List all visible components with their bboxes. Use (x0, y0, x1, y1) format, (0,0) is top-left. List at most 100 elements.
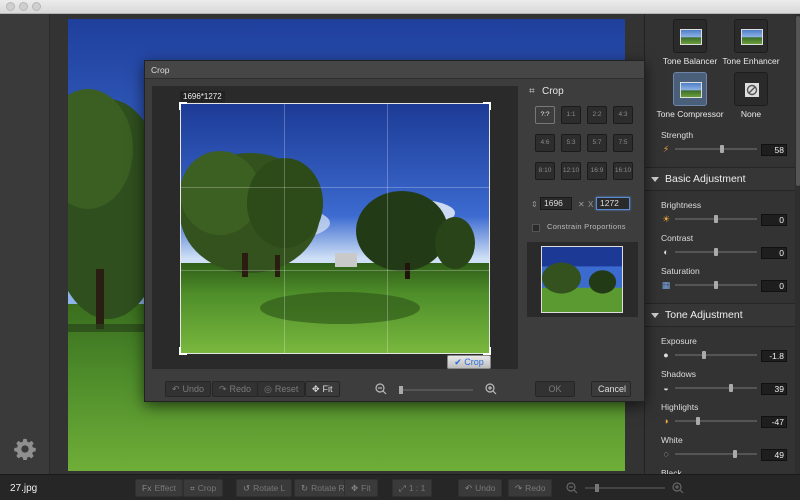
white-value[interactable]: 49 (761, 449, 787, 461)
constrain-proportions-checkbox[interactable] (532, 224, 540, 232)
crop-selection[interactable] (179, 102, 491, 355)
crop-button[interactable]: ⌗ Crop (183, 479, 224, 497)
saturation-value[interactable]: 0 (761, 280, 787, 292)
highlights-value[interactable]: -47 (761, 416, 787, 428)
aspect-ratio-button[interactable]: 5:7 (587, 134, 607, 152)
zoom-out-icon[interactable] (375, 383, 387, 395)
brightness-slider[interactable] (675, 215, 757, 223)
aspect-ratio-button[interactable]: 8:10 (535, 162, 555, 180)
close-window-button[interactable] (6, 2, 15, 11)
crop-icon: ⌗ (190, 483, 195, 493)
contrast-slider[interactable] (675, 248, 757, 256)
contrast-value[interactable]: 0 (761, 247, 787, 259)
crop-width-field[interactable]: 1696 (540, 197, 572, 210)
crop-fit-button[interactable]: ✥ Fit (305, 381, 340, 397)
aspect-ratio-button[interactable]: 2:2 (587, 106, 607, 124)
crop-handle-bottom-left[interactable] (179, 347, 187, 355)
crop-zoom-slider[interactable] (399, 386, 473, 394)
aspect-ratio-button[interactable]: 4:6 (535, 134, 555, 152)
width-icon: ⇕ (531, 200, 538, 209)
fit-button[interactable]: ✥ Fit (344, 479, 378, 497)
brightness-slider-knob[interactable] (714, 215, 718, 223)
zoom-slider-knob[interactable] (595, 484, 599, 492)
gear-icon[interactable] (14, 438, 36, 460)
highlights-slider-knob[interactable] (696, 417, 700, 425)
white-slider-knob[interactable] (733, 450, 737, 458)
saturation-slider-knob[interactable] (714, 281, 718, 289)
ok-button[interactable]: OK (535, 381, 575, 397)
shadows-slider[interactable] (675, 384, 757, 392)
tone-compressor-button[interactable] (673, 72, 707, 106)
crop-height-field[interactable]: 1272 (596, 197, 630, 210)
saturation-icon: ▦ (661, 280, 671, 290)
aspect-ratio-button[interactable]: 16:9 (587, 162, 607, 180)
crop-handle-top-left[interactable] (179, 102, 187, 110)
brightness-value[interactable]: 0 (761, 214, 787, 226)
exposure-value[interactable]: -1.8 (761, 350, 787, 362)
aspect-ratio-button[interactable]: ?:? (535, 106, 555, 124)
tone-enhancer-thumbnail (741, 29, 763, 45)
check-icon: ✔ (454, 357, 465, 367)
actual-size-icon: ⤢ (399, 483, 406, 493)
zoom-slider[interactable] (585, 484, 665, 492)
height-icon: X (588, 200, 594, 209)
white-slider[interactable] (675, 450, 757, 458)
strength-value[interactable]: 58 (761, 144, 787, 156)
zoom-window-button[interactable] (32, 2, 41, 11)
crop-canvas[interactable]: 1696*1272 ✔ Crop (152, 86, 518, 369)
tone-adjustment-header[interactable]: Tone Adjustment (645, 303, 800, 327)
tone-balancer-thumbnail (680, 29, 702, 45)
crop-grid-line (181, 187, 489, 188)
aspect-ratio-button[interactable]: 4:3 (613, 106, 633, 124)
panel-scrollbar-thumb[interactable] (796, 16, 800, 186)
crop-handle-bottom-right[interactable] (483, 347, 491, 355)
effect-button[interactable]: Fx Effect (135, 479, 184, 497)
aspect-ratio-button[interactable]: 5:3 (561, 134, 581, 152)
strength-slider-knob[interactable] (720, 145, 724, 153)
highlights-slider[interactable] (675, 417, 757, 425)
bottom-toolbar: 27.jpg Fx Effect ⌗ Crop ↺ Rotate L ↻ Rotate R ✥ F… (0, 474, 800, 500)
undo-icon: ↶ (172, 384, 180, 394)
contrast-slider-knob[interactable] (714, 248, 718, 256)
tone-balancer-button[interactable] (673, 19, 707, 53)
1-1-button[interactable]: ⤢ 1 : 1 (392, 479, 433, 497)
tone-none-button[interactable] (734, 72, 768, 106)
basic-adjustment-header[interactable]: Basic Adjustment (645, 167, 800, 191)
adjustment-panel: Tone Balancer Tone Enhancer Tone Compres… (644, 14, 800, 474)
zoom-in-icon[interactable] (485, 383, 497, 395)
shadows-slider-knob[interactable] (729, 384, 733, 392)
rotate-l-button[interactable]: ↺ Rotate L (236, 479, 293, 497)
strength-slider[interactable] (675, 145, 757, 153)
apply-crop-button[interactable]: ✔ Crop (447, 355, 491, 369)
shadows-value[interactable]: 39 (761, 383, 787, 395)
minimize-window-button[interactable] (19, 2, 28, 11)
exposure-slider[interactable] (675, 351, 757, 359)
shadows-label: Shadows (661, 369, 696, 379)
aspect-ratio-button[interactable]: 1:1 (561, 106, 581, 124)
redo-button[interactable]: ↷ Redo (508, 479, 553, 497)
crop-redo-button[interactable]: ↷ Redo (212, 381, 259, 397)
redo-icon: ↷ (515, 483, 523, 493)
tone-enhancer-label: Tone Enhancer (722, 56, 780, 66)
aspect-ratio-button[interactable]: 16:10 (613, 162, 633, 180)
crop-reset-button[interactable]: ◎ Reset (257, 381, 306, 397)
aspect-ratio-button[interactable]: 12:10 (561, 162, 581, 180)
crop-handle-top-right[interactable] (483, 102, 491, 110)
crop-zoom-knob[interactable] (399, 386, 403, 394)
cancel-button[interactable]: Cancel (591, 381, 631, 397)
exposure-slider-knob[interactable] (702, 351, 706, 359)
zoom-out-icon[interactable] (566, 482, 578, 494)
aspect-ratio-button[interactable]: 7:5 (613, 134, 633, 152)
toolbar-button-label: Undo (475, 483, 496, 493)
zoom-in-icon[interactable] (672, 482, 684, 494)
undo-button[interactable]: ↶ Undo (458, 479, 503, 497)
toolbar-button-label: Rotate L (253, 483, 286, 493)
toolbar-button-label: Fit (361, 483, 371, 493)
crop-dialog-titlebar[interactable]: Crop (145, 61, 644, 79)
panel-scrollbar[interactable] (795, 14, 800, 474)
tone-compressor-label: Tone Compressor (656, 109, 724, 119)
crop-undo-button[interactable]: ↶ Undo (165, 381, 212, 397)
effect-icon: Fx (142, 483, 152, 493)
tone-enhancer-button[interactable] (734, 19, 768, 53)
saturation-slider[interactable] (675, 281, 757, 289)
